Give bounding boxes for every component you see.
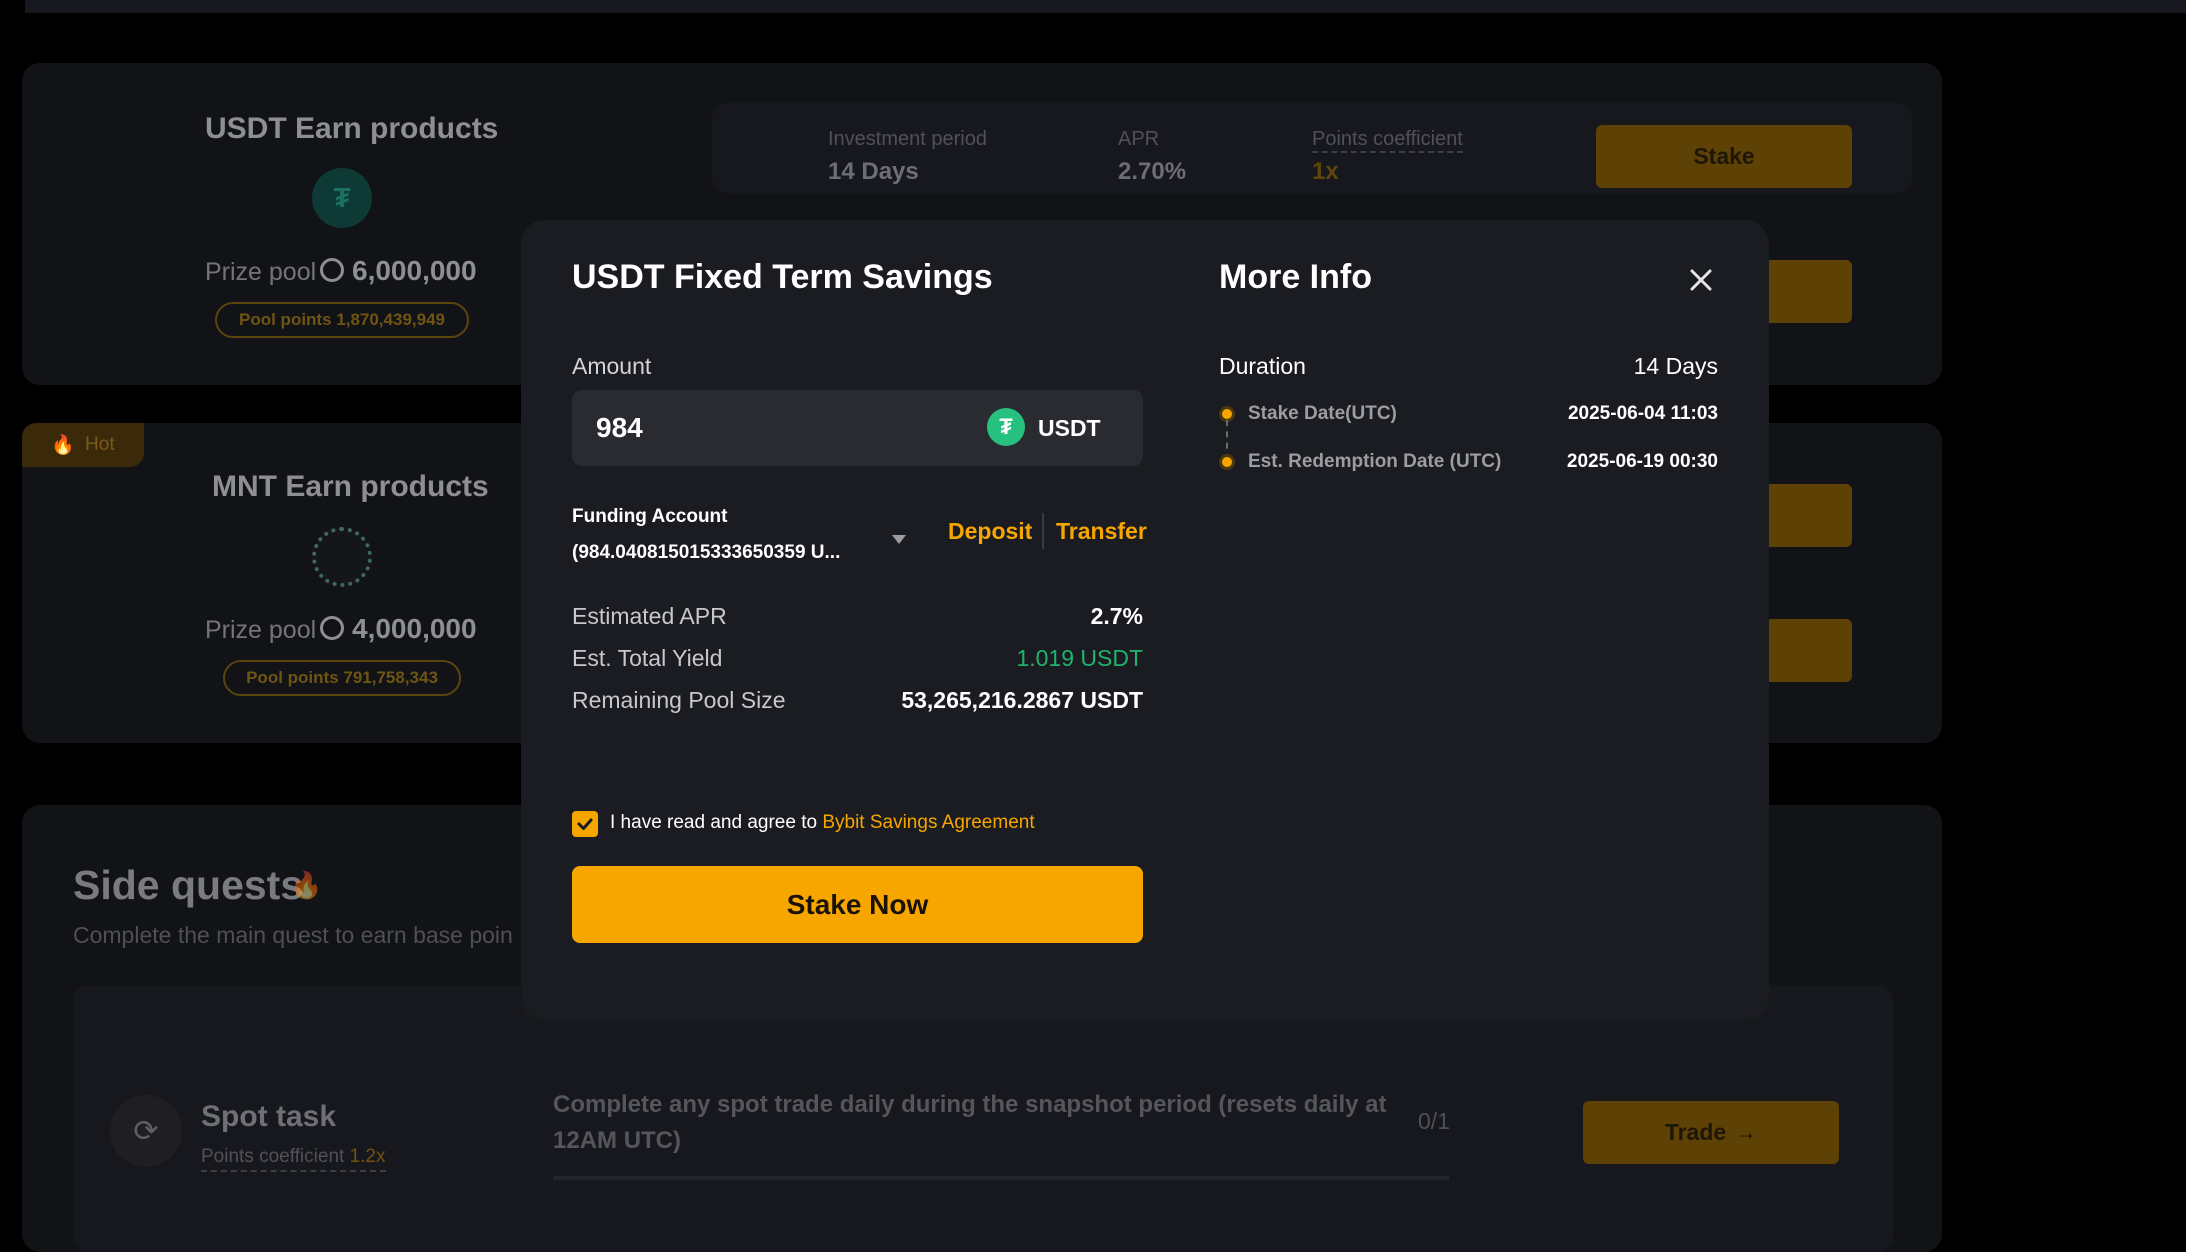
points-coefficient-label: Points coefficient (1312, 128, 1463, 153)
mnt-prize-pool-label: Prize pool (205, 616, 317, 644)
apr-label: APR (1118, 128, 1160, 150)
check-icon (577, 818, 593, 830)
apr-value: 2.70% (1118, 158, 1187, 185)
duration-value: 14 Days (1633, 353, 1718, 379)
mnt-earn-title: MNT Earn products (212, 470, 489, 503)
investment-period-value: 14 Days (828, 158, 919, 185)
spot-task-coefficient: Points coefficient 1.2x (201, 1146, 386, 1172)
usdt-prize-pool-value: 6,000,000 (352, 255, 477, 286)
deposit-link[interactable]: Deposit (948, 518, 1032, 545)
chevron-down-icon[interactable] (892, 535, 906, 544)
redemption-date-label: Est. Redemption Date (UTC) (1248, 451, 1502, 472)
modal-title: USDT Fixed Term Savings (572, 258, 993, 296)
mnt-pool-points: Pool points 791,758,343 (223, 660, 461, 696)
task-coef-value: 1.2x (349, 1146, 386, 1167)
top-navigation-bar (25, 0, 2186, 13)
trade-button[interactable]: Trade → (1583, 1101, 1839, 1164)
agreement-text: I have read and agree to Bybit Savings A… (610, 812, 1035, 834)
mnt-coin-icon (312, 527, 372, 587)
amount-label: Amount (572, 353, 652, 379)
close-icon[interactable] (1685, 264, 1717, 296)
est-total-yield-label: Est. Total Yield (572, 645, 723, 671)
usdt-pool-points: Pool points 1,870,439,949 (215, 302, 469, 338)
transfer-link[interactable]: Transfer (1056, 518, 1147, 545)
timeline-line (1226, 420, 1228, 460)
duration-label: Duration (1219, 353, 1306, 379)
mnt-coin-small-icon (320, 616, 344, 640)
trade-button-label: Trade (1664, 1119, 1727, 1145)
task-coef-label: Points coefficient (201, 1146, 345, 1167)
usdt-earn-title: USDT Earn products (205, 112, 499, 145)
est-total-yield-value: 1.019 USDT (1016, 645, 1143, 671)
stake-date-label: Stake Date(UTC) (1248, 403, 1397, 424)
usdt-coin-icon: ₮ (312, 168, 372, 228)
estimated-apr-value: 2.7% (1090, 603, 1143, 629)
hot-label: Hot (85, 434, 115, 455)
points-coefficient-value: 1x (1312, 158, 1339, 185)
funding-account-label: Funding Account (572, 506, 728, 527)
redemption-date-dot-icon (1222, 457, 1232, 467)
spot-task-description: Complete any spot trade daily during the… (553, 1091, 1387, 1154)
remaining-pool-size-label: Remaining Pool Size (572, 687, 786, 713)
mnt-coin-icon (320, 258, 344, 282)
amount-input[interactable] (596, 390, 976, 466)
stake-date-value: 2025-06-04 11:03 (1567, 403, 1718, 424)
stake-now-button[interactable]: Stake Now (572, 866, 1143, 943)
funding-account-select[interactable]: (984.040815015333650359 U... (572, 542, 840, 564)
usdt-prize-pool-label: Prize pool (205, 258, 317, 286)
page: USDT Earn products ₮ Prize pool 6,000,00… (0, 0, 2186, 1252)
spot-task-progress-bar (553, 1176, 1449, 1180)
stake-button[interactable]: Stake (1596, 125, 1852, 188)
agreement-text-label: I have read and agree to (610, 812, 818, 833)
more-info-title: More Info (1219, 258, 1372, 296)
mnt-prize-pool-value: 4,000,000 (352, 613, 477, 644)
remaining-pool-size-value: 53,265,216.2867 USDT (901, 687, 1143, 713)
redemption-date-value: 2025-06-19 00:30 (1566, 451, 1718, 472)
spot-task-progress: 0/1 (1418, 1108, 1450, 1134)
spot-task-icon: ⟳ (110, 1095, 182, 1167)
agreement-checkbox[interactable] (572, 811, 598, 837)
side-quests-title: Side quests (73, 862, 304, 908)
estimated-apr-label: Estimated APR (572, 603, 727, 629)
usdt-icon: ₮ (987, 408, 1025, 446)
side-quests-subtitle: Complete the main quest to earn base poi… (73, 922, 513, 948)
spot-task-name: Spot task (201, 1100, 337, 1133)
hot-tag: 🔥 Hot (22, 423, 144, 467)
arrow-right-icon: → (1734, 1119, 1758, 1145)
fire-icon: 🔥 (290, 870, 323, 900)
stake-date-dot-icon (1222, 409, 1232, 419)
investment-period-label: Investment period (828, 128, 987, 150)
fire-icon: 🔥 (51, 435, 76, 456)
currency-label: USDT (1038, 415, 1101, 441)
link-divider (1042, 513, 1044, 549)
savings-agreement-link[interactable]: Bybit Savings Agreement (822, 812, 1034, 833)
amount-field[interactable]: ₮ USDT (572, 390, 1143, 466)
